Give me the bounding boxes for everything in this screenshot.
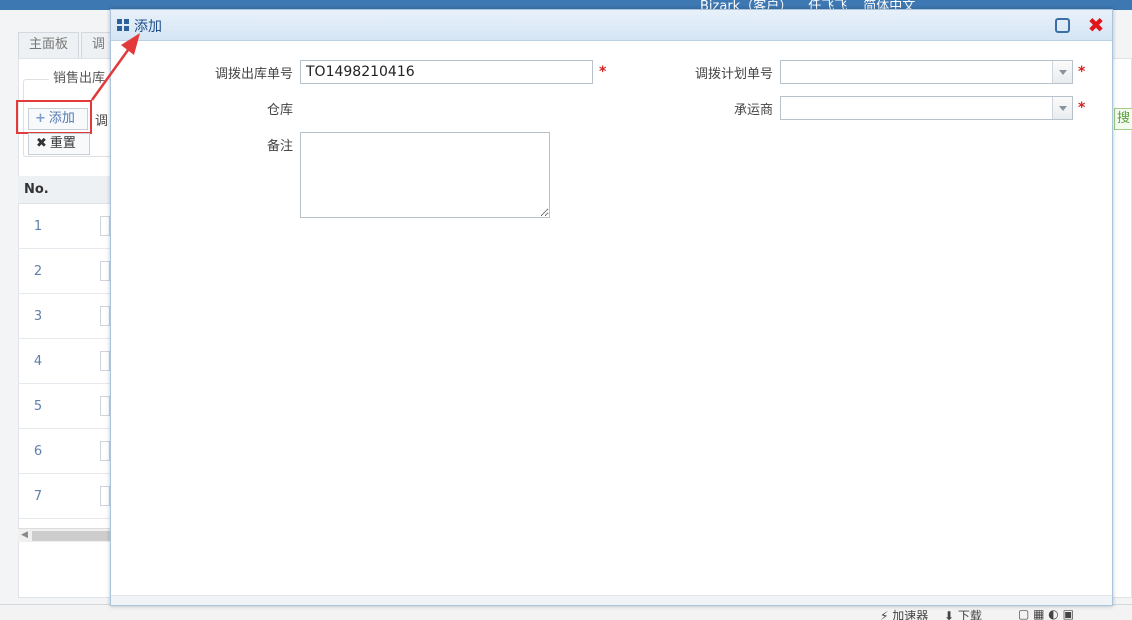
chevron-down-icon[interactable]	[1052, 61, 1072, 83]
highlight-box	[16, 100, 92, 134]
partial-filter-label: 调	[95, 114, 109, 129]
chevron-down-icon[interactable]	[1052, 97, 1072, 119]
row-number: 4	[33, 353, 43, 369]
dialog-footer	[111, 595, 1112, 605]
row-number: 6	[33, 443, 43, 459]
remark-textarea[interactable]	[300, 132, 550, 218]
table-row[interactable]: 1	[18, 204, 114, 249]
transfer-plan-no-combo[interactable]	[780, 60, 1073, 84]
tab-bar: 主面板 调	[18, 32, 118, 58]
add-dialog: 添加 ✖ 调拨出库单号 * 仓库 备注 调拨计划单号 * 承运商 *	[110, 9, 1113, 606]
row-number: 7	[33, 488, 43, 504]
horizontal-scrollbar[interactable]: ◀	[18, 528, 114, 542]
table-row[interactable]: 7	[18, 474, 114, 519]
remark-label: 备注	[266, 139, 293, 154]
row-checkbox[interactable]	[100, 261, 110, 281]
window-grid-icon	[117, 19, 129, 31]
table-row[interactable]: 4	[18, 339, 114, 384]
status-bar: ⚡ 加速器 ⬇ 下载 ▢ ▦ ◐ ▣	[0, 604, 1132, 620]
required-marker: *	[1078, 64, 1086, 80]
transfer-out-no-input[interactable]	[300, 60, 593, 84]
dialog-title: 添加	[134, 19, 162, 35]
download-item[interactable]: ⬇ 下载	[944, 607, 982, 620]
download-label: 下载	[957, 609, 982, 620]
row-number: 1	[33, 218, 43, 234]
row-checkbox[interactable]	[100, 396, 110, 416]
close-icon: ✖	[36, 136, 47, 151]
status-icons[interactable]: ▢ ▦ ◐ ▣	[1018, 607, 1074, 620]
data-grid: No. 1 2 3 4 5 6 7	[18, 176, 114, 546]
grid-header-no: No.	[18, 176, 114, 204]
fieldset-legend: 销售出库	[49, 67, 110, 86]
row-number: 2	[33, 263, 43, 279]
row-number: 3	[33, 308, 43, 324]
accelerator-item[interactable]: ⚡ 加速器	[880, 607, 928, 620]
row-checkbox[interactable]	[100, 486, 110, 506]
maximize-button[interactable]	[1055, 18, 1070, 33]
carrier-label: 承运商	[733, 103, 773, 118]
warehouse-label: 仓库	[266, 103, 293, 118]
row-checkbox[interactable]	[100, 441, 110, 461]
required-marker: *	[599, 64, 607, 80]
row-checkbox[interactable]	[100, 351, 110, 371]
dialog-header[interactable]: 添加 ✖	[111, 10, 1112, 41]
reset-button[interactable]: ✖ 重置	[28, 133, 90, 155]
row-checkbox[interactable]	[100, 306, 110, 326]
required-marker: *	[1078, 100, 1086, 116]
tab-dashboard[interactable]: 主面板	[18, 32, 80, 58]
close-button[interactable]: ✖	[1086, 14, 1106, 36]
search-button[interactable]: 搜	[1114, 108, 1132, 130]
table-row[interactable]: 6	[18, 429, 114, 474]
transfer-out-no-label: 调拨出库单号	[214, 67, 293, 82]
row-number: 5	[33, 398, 43, 414]
row-checkbox[interactable]	[100, 216, 110, 236]
carrier-combo[interactable]	[780, 96, 1073, 120]
reset-button-label: 重置	[49, 136, 76, 151]
scroll-left-icon[interactable]: ◀	[21, 530, 28, 540]
table-row[interactable]: 5	[18, 384, 114, 429]
table-row[interactable]: 3	[18, 294, 114, 339]
table-row[interactable]: 2	[18, 249, 114, 294]
scrollbar-thumb[interactable]	[32, 531, 112, 541]
accelerator-label: 加速器	[892, 609, 929, 620]
transfer-plan-no-label: 调拨计划单号	[694, 67, 773, 82]
